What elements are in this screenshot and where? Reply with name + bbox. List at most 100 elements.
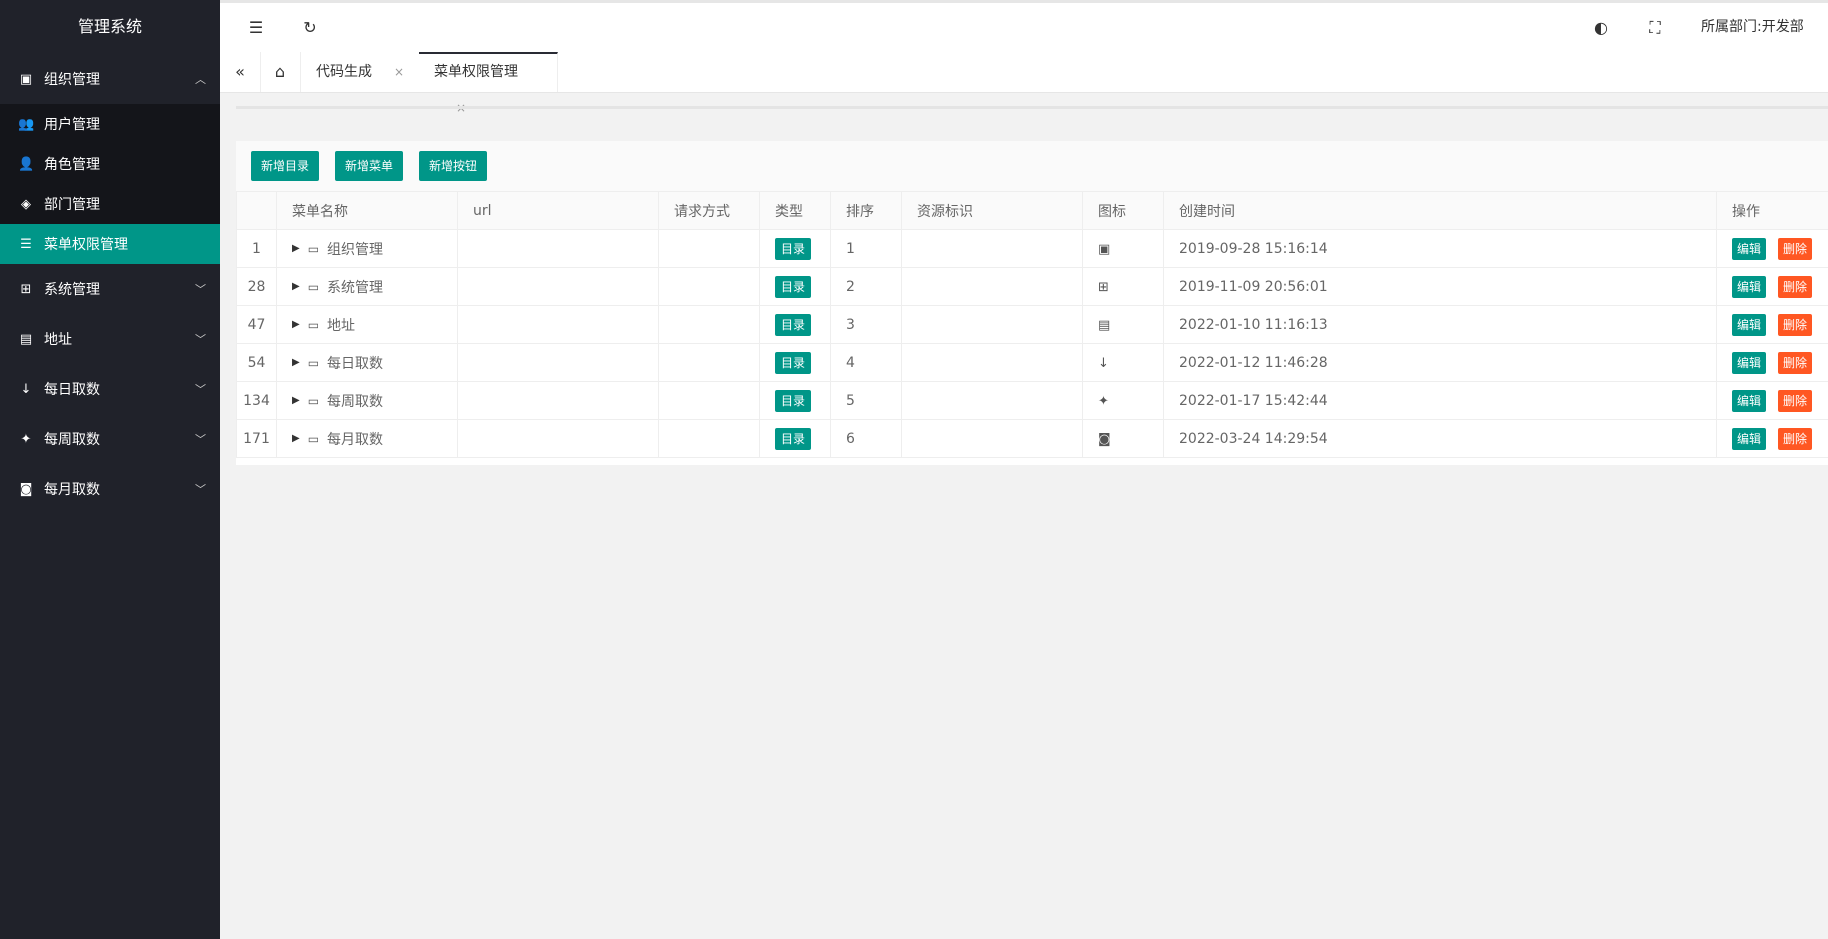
type-cell: 目录 <box>759 229 831 268</box>
row-id: 47 <box>236 305 277 344</box>
chevron-down-icon: ﹀ <box>195 483 206 496</box>
menu-toggle-icon[interactable]: ☰ <box>236 3 276 52</box>
permission-cell <box>901 305 1083 344</box>
delete-button[interactable]: 删除 <box>1778 275 1813 298</box>
palette-icon[interactable]: ◐ <box>1581 3 1621 52</box>
caret-right-icon[interactable]: ▶ <box>292 243 300 254</box>
add-button-button[interactable]: 新增按钮 <box>419 151 488 181</box>
caret-right-icon[interactable]: ▶ <box>292 433 300 444</box>
column-header: 图标 <box>1082 191 1164 230</box>
edit-button[interactable]: 编辑 <box>1732 389 1767 412</box>
caret-right-icon[interactable]: ▶ <box>292 357 300 368</box>
folder-icon: ▭ <box>307 317 320 332</box>
windows-icon: ⊞ <box>20 281 32 297</box>
table-row[interactable]: 28 ▶ ▭ 系统管理 目录 2 ⊞ 2019-11-09 20:56:01 编辑 删除 <box>236 267 1828 306</box>
sidebar-item-roles[interactable]: 👤 角色管理 <box>0 144 220 184</box>
windows-icon: ⊞ <box>1098 279 1109 295</box>
url-cell <box>457 267 659 306</box>
sort-cell: 2 <box>830 267 902 306</box>
double-chevron-left-icon[interactable]: « <box>220 52 261 92</box>
delete-button[interactable]: 删除 <box>1778 427 1813 450</box>
type-badge: 目录 <box>775 389 812 412</box>
menu-name: 每日取数 <box>327 355 384 372</box>
edit-button[interactable]: 编辑 <box>1732 275 1767 298</box>
menu-name-cell: ▶ ▭ 组织管理 <box>276 229 458 268</box>
delete-button[interactable]: 删除 <box>1778 313 1813 336</box>
sort-numeric-icon: ↓ <box>1098 355 1109 371</box>
sidebar-group-weekly[interactable]: ✦ 每周取数 ﹀ <box>0 414 220 464</box>
created-cell: 2022-01-12 11:46:28 <box>1163 343 1717 382</box>
menu-name-cell: ▶ ▭ 每日取数 <box>276 343 458 382</box>
icon-cell: ↓ <box>1082 343 1164 382</box>
folder-icon: ▭ <box>307 393 320 408</box>
film-icon: ▤ <box>1098 317 1111 333</box>
menu-name: 系统管理 <box>327 279 384 296</box>
type-cell: 目录 <box>759 305 831 344</box>
refresh-icon[interactable]: ↻ <box>290 3 330 52</box>
table-row[interactable]: 54 ▶ ▭ 每日取数 目录 4 ↓ 2022-01-12 11:46:28 编辑 删除 <box>236 343 1828 382</box>
actions-cell: 编辑 删除 <box>1716 419 1828 458</box>
department-label[interactable]: 所属部门:开发部 <box>1701 3 1804 52</box>
app-logo-title: 管理系统 <box>0 0 220 54</box>
table-row[interactable]: 1 ▶ ▭ 组织管理 目录 1 ▣ 2019-09-28 15:16:14 编辑 删除 <box>236 229 1828 268</box>
home-icon[interactable]: ⌂ <box>260 52 301 92</box>
menu-tree-table: 菜单名称 url 请求方式 类型 排序 资源标识 图标 创建时间 操作 1 ▶ ▭ 组… <box>236 191 1828 458</box>
icon-cell: ▤ <box>1082 305 1164 344</box>
chevron-down-icon: ﹀ <box>195 433 206 446</box>
menu-name-cell: ▶ ▭ 每月取数 <box>276 419 458 458</box>
sort-cell: 6 <box>830 419 902 458</box>
sidebar-item-label: 部门管理 <box>44 197 100 213</box>
add-menu-button[interactable]: 新增菜单 <box>335 151 404 181</box>
type-cell: 目录 <box>759 381 831 420</box>
sidebar-group-label: 每日取数 <box>44 382 100 398</box>
edit-button[interactable]: 编辑 <box>1732 427 1767 450</box>
url-cell <box>457 305 659 344</box>
add-directory-button[interactable]: 新增目录 <box>251 151 320 181</box>
method-cell <box>658 419 760 458</box>
table-body: 1 ▶ ▭ 组织管理 目录 1 ▣ 2019-09-28 15:16:14 编辑 删除 28 ▶ ▭ 系统… <box>236 229 1828 458</box>
codepen-icon: ◈ <box>21 196 31 212</box>
clipboard-icon: ▣ <box>19 71 33 87</box>
created-cell: 2022-01-17 15:42:44 <box>1163 381 1717 420</box>
sidebar-item-departments[interactable]: ◈ 部门管理 <box>0 184 220 224</box>
edit-button[interactable]: 编辑 <box>1732 313 1767 336</box>
chevron-down-icon: ﹀ <box>195 333 206 346</box>
delete-button[interactable]: 删除 <box>1778 351 1813 374</box>
method-cell <box>658 305 760 344</box>
sidebar-group-system[interactable]: ⊞ 系统管理 ﹀ <box>0 264 220 314</box>
sidebar-subnav-org: 👥 用户管理 👤 角色管理 ◈ 部门管理 ☰ 菜单权限管理 <box>0 104 220 264</box>
sidebar-group-address[interactable]: ▤ 地址 ﹀ <box>0 314 220 364</box>
sidebar-group-daily[interactable]: ↓ 每日取数 ﹀ <box>0 364 220 414</box>
delete-button[interactable]: 删除 <box>1778 237 1813 260</box>
table-row[interactable]: 47 ▶ ▭ 地址 目录 3 ▤ 2022-01-10 11:16:13 编辑 删除 <box>236 305 1828 344</box>
sidebar-group-label: 系统管理 <box>44 282 100 298</box>
menu-name: 组织管理 <box>327 241 384 258</box>
table-row[interactable]: 134 ▶ ▭ 每周取数 目录 5 ✦ 2022-01-17 15:42:44 编辑 删除 <box>236 381 1828 420</box>
row-id: 54 <box>236 343 277 382</box>
caret-right-icon[interactable]: ▶ <box>292 319 300 330</box>
fullscreen-icon[interactable]: ⛶ <box>1635 3 1675 52</box>
sort-cell: 3 <box>830 305 902 344</box>
tab-menu-permissions[interactable]: 菜单权限管理× <box>419 52 558 115</box>
sidebar-group-monthly[interactable]: ◙ 每月取数 ﹀ <box>0 464 220 514</box>
close-icon[interactable]: × <box>394 65 404 79</box>
permission-cell <box>901 419 1083 458</box>
table-row[interactable]: 171 ▶ ▭ 每月取数 目录 6 ◙ 2022-03-24 14:29:54 编辑 删除 <box>236 419 1828 458</box>
caret-right-icon[interactable]: ▶ <box>292 395 300 406</box>
folder-icon: ▭ <box>307 355 320 370</box>
caret-right-icon[interactable]: ▶ <box>292 281 300 292</box>
sidebar-group-label: 每周取数 <box>44 432 100 448</box>
type-badge: 目录 <box>775 351 812 374</box>
sidebar-item-users[interactable]: 👥 用户管理 <box>0 104 220 144</box>
sidebar-group-org[interactable]: ▣ 组织管理 ︿ <box>0 54 220 104</box>
edit-button[interactable]: 编辑 <box>1732 237 1767 260</box>
chevron-up-icon: ︿ <box>195 73 206 86</box>
sidebar-item-menu-permissions[interactable]: ☰ 菜单权限管理 <box>0 224 220 264</box>
actions-cell: 编辑 删除 <box>1716 343 1828 382</box>
list-icon: ☰ <box>20 236 32 252</box>
edit-button[interactable]: 编辑 <box>1732 351 1767 374</box>
delete-button[interactable]: 删除 <box>1778 389 1813 412</box>
url-cell <box>457 343 659 382</box>
icon-cell: ✦ <box>1082 381 1164 420</box>
top-header: ☰ ↻ ◐ ⛶ 所属部门:开发部 <box>220 0 1828 52</box>
